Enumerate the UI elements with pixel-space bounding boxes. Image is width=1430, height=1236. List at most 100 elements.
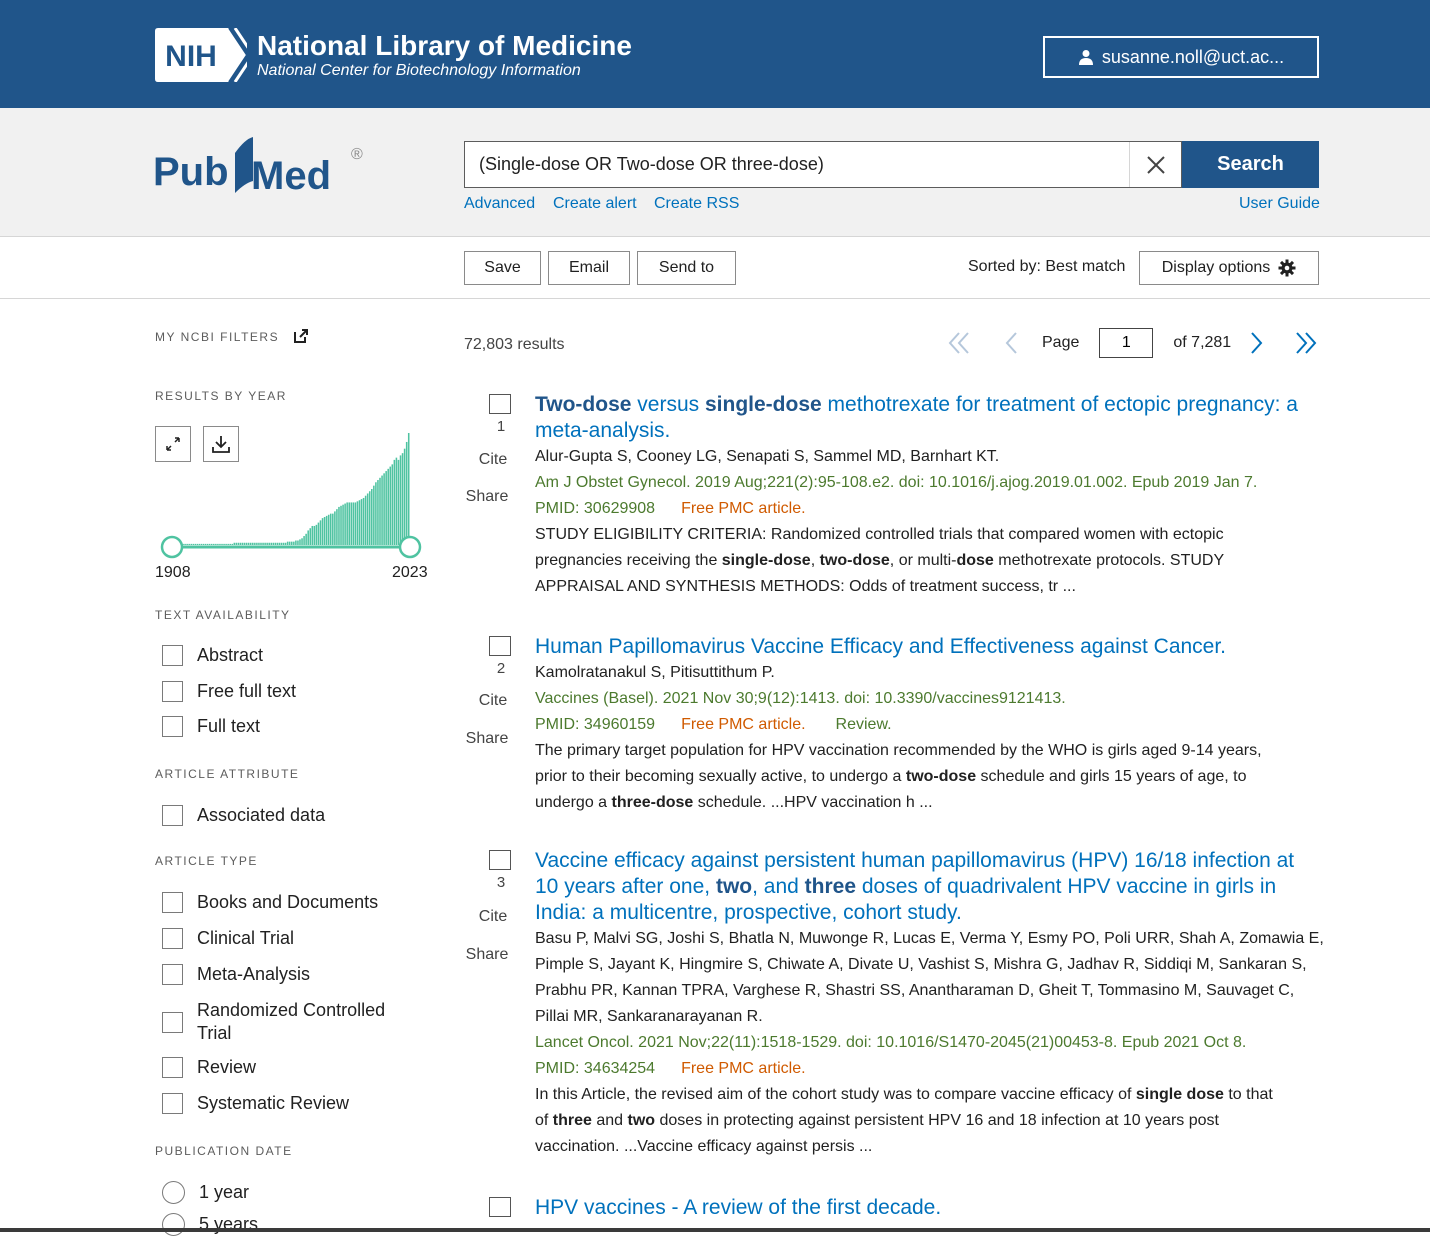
histogram-bar: [393, 459, 396, 545]
pubmed-logo[interactable]: Pub Med ®: [153, 133, 373, 205]
page-number-input[interactable]: [1099, 328, 1154, 358]
histogram-bar: [254, 542, 256, 545]
result-title[interactable]: Human Papillomavirus Vaccine Efficacy an…: [535, 634, 1310, 660]
year-range-start-handle[interactable]: [160, 535, 184, 559]
checkbox[interactable]: [162, 892, 183, 913]
result-title[interactable]: HPV vaccines - A review of the first dec…: [535, 1195, 1310, 1221]
last-page-icon[interactable]: [1293, 330, 1319, 356]
text-segment: , or multi-: [889, 552, 957, 569]
nih-logo[interactable]: NIH: [155, 28, 247, 82]
filter-associated-data[interactable]: Associated data: [162, 805, 325, 826]
sort-label[interactable]: Sorted by: Best match: [968, 258, 1125, 276]
search-box[interactable]: [464, 141, 1182, 188]
histogram-bar: [190, 543, 193, 545]
text-segment: APPRAISAL AND SYNTHESIS METHODS: Odds of…: [535, 578, 1076, 595]
cite-button[interactable]: Cite: [464, 908, 522, 926]
result-checkbox[interactable]: [489, 850, 511, 870]
result-pmid: PMID: 34960159: [535, 716, 656, 733]
filter-abstract[interactable]: Abstract: [162, 645, 263, 666]
histogram-bar: [233, 542, 236, 545]
create-rss-link[interactable]: Create RSS: [654, 195, 739, 213]
result-title[interactable]: Vaccine efficacy against persistent huma…: [535, 848, 1310, 926]
histogram-bar: [319, 520, 322, 545]
user-icon: [1078, 50, 1093, 65]
result-number: 2: [496, 660, 506, 677]
histogram-bar: [391, 464, 394, 545]
filter-free-full-text[interactable]: Free full text: [162, 681, 296, 702]
highlighted-term: two: [627, 1112, 656, 1129]
clear-search-button[interactable]: [1129, 142, 1181, 187]
checkbox[interactable]: [162, 1093, 183, 1114]
filter-randomized-controlled-trial[interactable]: Randomized Controlled Trial: [162, 999, 407, 1045]
result-title[interactable]: Two-dose versus single-dose methotrexate…: [535, 392, 1310, 444]
histogram-bar: [229, 543, 231, 545]
save-button[interactable]: Save: [464, 251, 541, 285]
search-button[interactable]: Search: [1182, 141, 1319, 188]
results-count: 72,803 results: [464, 336, 565, 353]
advanced-link[interactable]: Advanced: [464, 195, 535, 213]
org-title[interactable]: National Library of Medicine: [257, 30, 632, 62]
histogram-bar: [332, 513, 334, 545]
checkbox[interactable]: [162, 1011, 183, 1033]
share-button[interactable]: Share: [464, 946, 510, 964]
result-item: HPV vaccines - A review of the first dec…: [464, 1195, 1324, 1228]
checkbox[interactable]: [162, 1057, 183, 1078]
send-to-button[interactable]: Send to: [637, 251, 736, 285]
checkbox[interactable]: [162, 716, 183, 737]
checkbox[interactable]: [162, 645, 183, 666]
filter-review[interactable]: Review: [162, 1057, 256, 1078]
page-total: of 7,281: [1173, 334, 1232, 351]
highlighted-term: single dose: [1135, 1086, 1224, 1103]
histogram-bar: [266, 542, 268, 545]
first-page-icon[interactable]: [946, 330, 972, 356]
filter-systematic-review[interactable]: Systematic Review: [162, 1093, 349, 1114]
result-snippet-line: STUDY ELIGIBILITY CRITERIA: Randomized c…: [535, 522, 1325, 548]
page-label: Page: [1042, 334, 1080, 351]
result-checkbox[interactable]: [489, 636, 511, 656]
filter-label: Systematic Review: [197, 1093, 350, 1113]
user-guide-link[interactable]: User Guide: [1239, 195, 1320, 213]
year-range-end-handle[interactable]: [398, 535, 422, 559]
checkbox[interactable]: [162, 805, 183, 826]
cite-button[interactable]: Cite: [464, 692, 522, 710]
filter-meta-analysis[interactable]: Meta-Analysis: [162, 964, 310, 985]
filter-5-years[interactable]: 5 years: [162, 1213, 258, 1236]
histogram-bar: [284, 542, 287, 545]
previous-page-icon[interactable]: [1000, 330, 1026, 356]
email-button[interactable]: Email: [548, 251, 630, 285]
result-checkbox[interactable]: [489, 1197, 511, 1217]
create-alert-link[interactable]: Create alert: [553, 195, 637, 213]
radio-button[interactable]: [162, 1181, 185, 1204]
highlighted-term: two-dose: [819, 552, 890, 569]
text-segment: vaccination. ...Vaccine efficacy against…: [535, 1138, 873, 1155]
filter-1-year[interactable]: 1 year: [162, 1181, 249, 1204]
filter-clinical-trial[interactable]: Clinical Trial: [162, 928, 294, 949]
top-banner: NIH National Library of Medicine Nationa…: [0, 0, 1430, 108]
histogram-bar: [329, 513, 332, 545]
histogram-bar: [338, 506, 340, 545]
search-input[interactable]: [479, 142, 1119, 187]
filter-full-text[interactable]: Full text: [162, 716, 260, 737]
result-checkbox[interactable]: [489, 394, 511, 414]
histogram-bar: [313, 525, 316, 545]
histogram-bar: [291, 541, 293, 545]
radio-button[interactable]: [162, 1213, 185, 1236]
share-button[interactable]: Share: [464, 488, 510, 506]
filter-books-and-documents[interactable]: Books and Documents: [162, 892, 378, 913]
filter-label: Books and Documents: [197, 892, 379, 912]
text-availability-heading: TEXT AVAILABILITY: [155, 608, 291, 622]
checkbox[interactable]: [162, 964, 183, 985]
histogram-bar: [375, 482, 377, 545]
my-ncbi-filters-heading[interactable]: MY NCBI FILTERS: [155, 329, 308, 344]
results-by-year-histogram[interactable]: [155, 428, 430, 568]
share-button[interactable]: Share: [464, 730, 510, 748]
display-options-button[interactable]: Display options: [1139, 251, 1319, 285]
cite-button[interactable]: Cite: [464, 451, 522, 469]
next-page-icon[interactable]: [1243, 330, 1269, 356]
account-button[interactable]: susanne.noll@uct.ac...: [1043, 36, 1319, 78]
checkbox[interactable]: [162, 681, 183, 702]
histogram-bar: [405, 441, 408, 545]
checkbox[interactable]: [162, 928, 183, 949]
article-attribute-heading: ARTICLE ATTRIBUTE: [155, 767, 300, 781]
results-by-year-heading: RESULTS BY YEAR: [155, 389, 287, 403]
